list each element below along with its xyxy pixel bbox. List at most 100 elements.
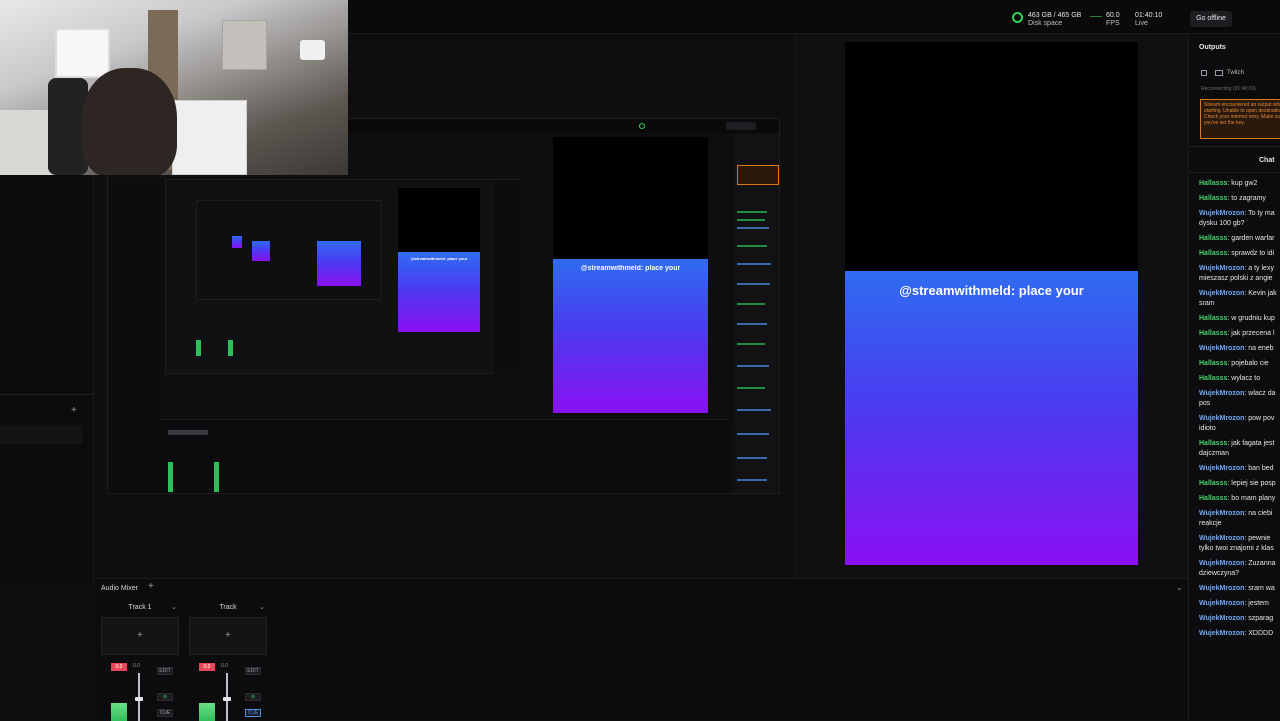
chat-message: WujekMrozon: a ty lexy mieszasz polski z… [1199, 264, 1280, 284]
webcam-feed [0, 0, 348, 175]
track-2-volume-knob[interactable] [223, 697, 231, 701]
add-track-icon[interactable]: + [148, 582, 154, 592]
chat-message: WujekMrozon: Zuzanna dziewczyna? [1199, 559, 1280, 579]
output-warning: Stream encountered an output while start… [1200, 99, 1280, 139]
chat-username[interactable]: WujekMrozon [1199, 600, 1244, 607]
track-1-selector[interactable]: Track 1 ⌄ [101, 601, 179, 615]
chat-username[interactable]: WujekMrozon [1199, 265, 1244, 272]
track-2-edit-button[interactable]: EDIT [245, 667, 261, 675]
chat-username[interactable]: Hallasss [1199, 180, 1227, 187]
fps-stat: 60.0 FPS [1106, 12, 1120, 28]
chat-username[interactable]: Hallasss [1199, 495, 1227, 502]
nested3-gradient [317, 241, 361, 286]
disk-space-value: 463 GB / 465 GB [1028, 12, 1082, 19]
chat-text: : XDDDD [1244, 630, 1274, 637]
preview-overlay-text: @streamwithmeld: place your [580, 265, 681, 272]
preview-chat-line [737, 245, 767, 247]
add-source-icon[interactable]: + [225, 631, 231, 641]
webcam-poster [222, 20, 267, 70]
webcam-lamp [300, 40, 325, 60]
chat-message: Hallasss: w grudniu kup [1199, 314, 1280, 324]
twitch-label: Twitch [1227, 70, 1245, 76]
chat-text: : pojebalo cie [1227, 360, 1269, 367]
preview-meter [214, 462, 219, 492]
preview-warning [737, 165, 779, 185]
preview-chat-line [737, 457, 767, 459]
chat-username[interactable]: WujekMrozon [1199, 510, 1244, 517]
chat-username[interactable]: WujekMrozon [1199, 415, 1244, 422]
chat-username[interactable]: WujekMrozon [1199, 560, 1244, 567]
chat-message: WujekMrozon: pow pov idioto [1199, 414, 1280, 434]
chat-username[interactable]: Hallasss [1199, 440, 1227, 447]
chat-username[interactable]: Hallasss [1199, 330, 1227, 337]
webcam-window [55, 28, 110, 78]
track-1-volume-knob[interactable] [135, 697, 143, 701]
chat-username[interactable]: WujekMrozon [1199, 535, 1244, 542]
fps-graph-icon [1090, 16, 1102, 17]
twitch-checkbox[interactable] [1201, 70, 1207, 76]
chevron-down-icon[interactable]: ⌄ [1176, 583, 1183, 593]
go-offline-button[interactable]: Go offline [1190, 11, 1232, 27]
chat-username[interactable]: WujekMrozon [1199, 585, 1244, 592]
live-time-stat: 01:40:10 Live [1135, 12, 1162, 28]
divider [0, 394, 94, 395]
chat-username[interactable]: Hallasss [1199, 195, 1227, 202]
nested-meter [196, 340, 201, 356]
chat-username[interactable]: Hallasss [1199, 315, 1227, 322]
chat-username[interactable]: WujekMrozon [1199, 290, 1244, 297]
track-1-add-box[interactable]: + [101, 617, 179, 655]
chat-text: : na eneb [1244, 345, 1274, 352]
chat-username[interactable]: Hallasss [1199, 250, 1227, 257]
chat-text: : sram wa [1244, 585, 1275, 592]
preview-chat-line [737, 365, 769, 367]
track-2-add-box[interactable]: + [189, 617, 267, 655]
chat-username[interactable]: WujekMrozon [1199, 390, 1244, 397]
link-icon[interactable]: ⊘ [157, 693, 173, 701]
track-2-cue-button[interactable]: CUE [245, 709, 261, 717]
chat-username[interactable]: Hallasss [1199, 360, 1227, 367]
chat-message: WujekMrozon: pewnie tylko twoi znajomi z… [1199, 534, 1280, 554]
chat-username[interactable]: Hallasss [1199, 235, 1227, 242]
preview-chat-line [737, 227, 769, 229]
chat-username[interactable]: Hallasss [1199, 375, 1227, 382]
monitor-icon [1215, 70, 1223, 76]
chat-username[interactable]: WujekMrozon [1199, 630, 1244, 637]
chat-message: Hallasss: jak fagata jest dajczman [1199, 439, 1280, 459]
webcam-person [82, 68, 177, 175]
preview-chat-line [737, 433, 769, 435]
preview-chat-line [737, 211, 767, 213]
track-2-level: 0.0 [221, 663, 228, 669]
chat-username[interactable]: WujekMrozon [1199, 345, 1244, 352]
track-1-edit-button[interactable]: EDIT [157, 667, 173, 675]
track-1-name: Track 1 [128, 604, 152, 611]
preview-disk-icon [639, 123, 645, 129]
preview-black [553, 137, 708, 274]
chat-username[interactable]: Hallasss [1199, 480, 1227, 487]
chat-text: : jak przecena l [1227, 330, 1275, 337]
track-2: Track ⌄ + 0.0 0.0 EDIT ⊘ CUE [189, 601, 267, 721]
preview-chat-line [737, 263, 771, 265]
preview-gradient [553, 259, 708, 413]
track-2-meter [199, 703, 215, 721]
chat-username[interactable]: WujekMrozon [1199, 465, 1244, 472]
chevron-down-icon: ⌄ [171, 604, 177, 611]
track-2-selector[interactable]: Track ⌄ [189, 601, 267, 615]
preview-left-dock [108, 179, 165, 493]
outputs-title: Outputs [1199, 44, 1226, 51]
disk-space-stat: 463 GB / 465 GB Disk space [1028, 12, 1081, 28]
chat-message: WujekMrozon: na eneb [1199, 344, 1280, 354]
chat-username[interactable]: WujekMrozon [1199, 615, 1244, 622]
add-source-icon[interactable]: + [137, 631, 143, 641]
chat-text: : to zagramy [1227, 195, 1266, 202]
track-1-peak: 0.0 [111, 663, 127, 671]
chat-text: : sprawdz to idi [1227, 250, 1275, 257]
disk-space-icon [1012, 12, 1023, 23]
track-1-cue-button[interactable]: CUE [157, 709, 173, 717]
link-icon[interactable]: ⊘ [245, 693, 261, 701]
nested-right-dock [494, 180, 521, 375]
track-2-name: Track [219, 604, 237, 611]
scene-item[interactable] [0, 426, 82, 444]
chat-username[interactable]: WujekMrozon [1199, 210, 1244, 217]
add-scene-icon[interactable]: + [71, 406, 77, 416]
preview-chat-line [737, 343, 765, 345]
